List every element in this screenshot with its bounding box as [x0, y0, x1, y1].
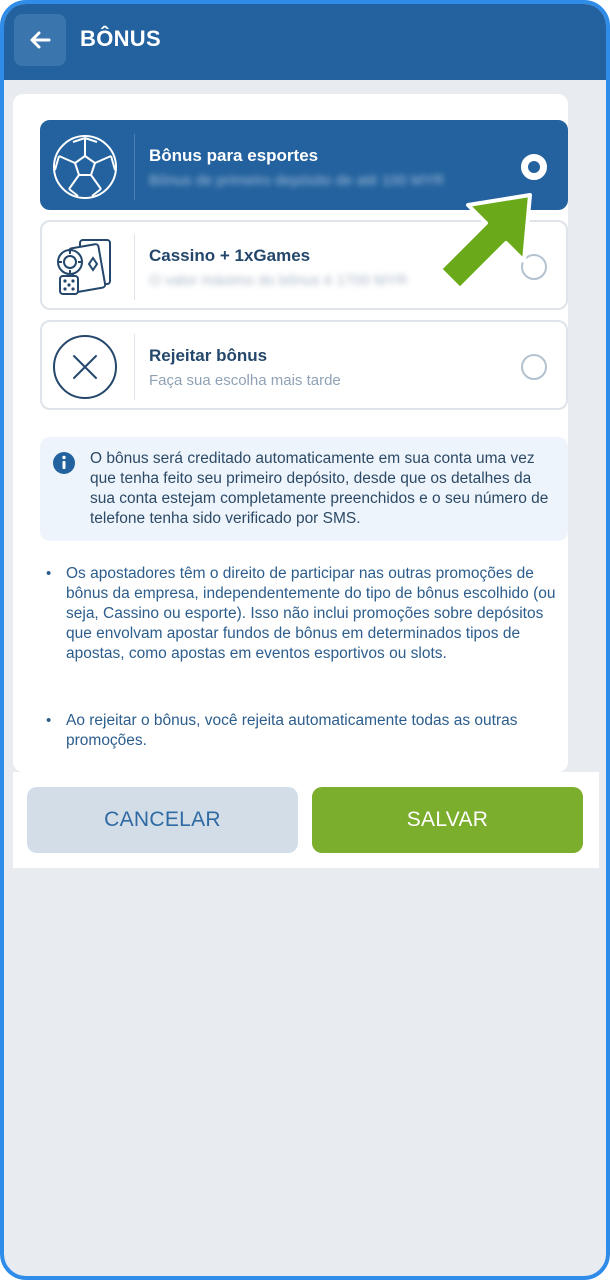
note-text: Ao rejeitar o bônus, você rejeita automa… — [66, 712, 518, 749]
save-button[interactable]: SALVAR — [312, 787, 583, 853]
option-subtitle: O valor máximo do bônus é 1700 MYR — [149, 272, 408, 289]
phone-frame: BÔNUS Bônus para esportes Bônus de prime… — [0, 0, 610, 1280]
page-title: BÔNUS — [80, 26, 161, 51]
note-text: Os apostadores têm o direito de particip… — [66, 565, 556, 662]
info-text: O bônus será creditado automaticamente e… — [90, 450, 549, 527]
cancel-button[interactable]: CANCELAR — [27, 787, 298, 853]
radio-unselected[interactable] — [521, 354, 547, 380]
soccer-ball-icon — [53, 135, 117, 199]
option-divider — [134, 334, 135, 400]
option-title: Cassino + 1xGames — [149, 246, 311, 265]
button-bar: CANCELAR SALVAR — [13, 772, 599, 868]
info-box: O bônus será creditado automaticamente e… — [40, 437, 568, 541]
note-item: • Ao rejeitar o bônus, você rejeita auto… — [46, 711, 566, 751]
info-icon — [53, 452, 75, 474]
bullet-dot: • — [46, 712, 52, 729]
casino-cards-icon — [57, 239, 111, 295]
radio-selected[interactable] — [521, 154, 547, 180]
bullet-dot: • — [46, 565, 52, 582]
option-title: Bônus para esportes — [149, 146, 319, 165]
note-item: • Os apostadores têm o direito de partic… — [46, 564, 566, 664]
header-bar: BÔNUS — [4, 4, 606, 80]
option-title: Rejeitar bônus — [149, 346, 268, 365]
option-subtitle: Bônus de primeiro depósito de até 100 MY… — [149, 172, 445, 189]
back-button[interactable] — [14, 14, 66, 66]
arrow-left-icon — [30, 31, 51, 49]
reject-x-icon — [53, 335, 117, 399]
option-divider — [134, 134, 135, 200]
option-reject-bonus[interactable]: Rejeitar bônus Faça sua escolha mais tar… — [40, 320, 568, 410]
option-divider — [134, 234, 135, 300]
option-subtitle: Faça sua escolha mais tarde — [149, 372, 341, 389]
pointer-arrow-icon — [438, 193, 532, 291]
